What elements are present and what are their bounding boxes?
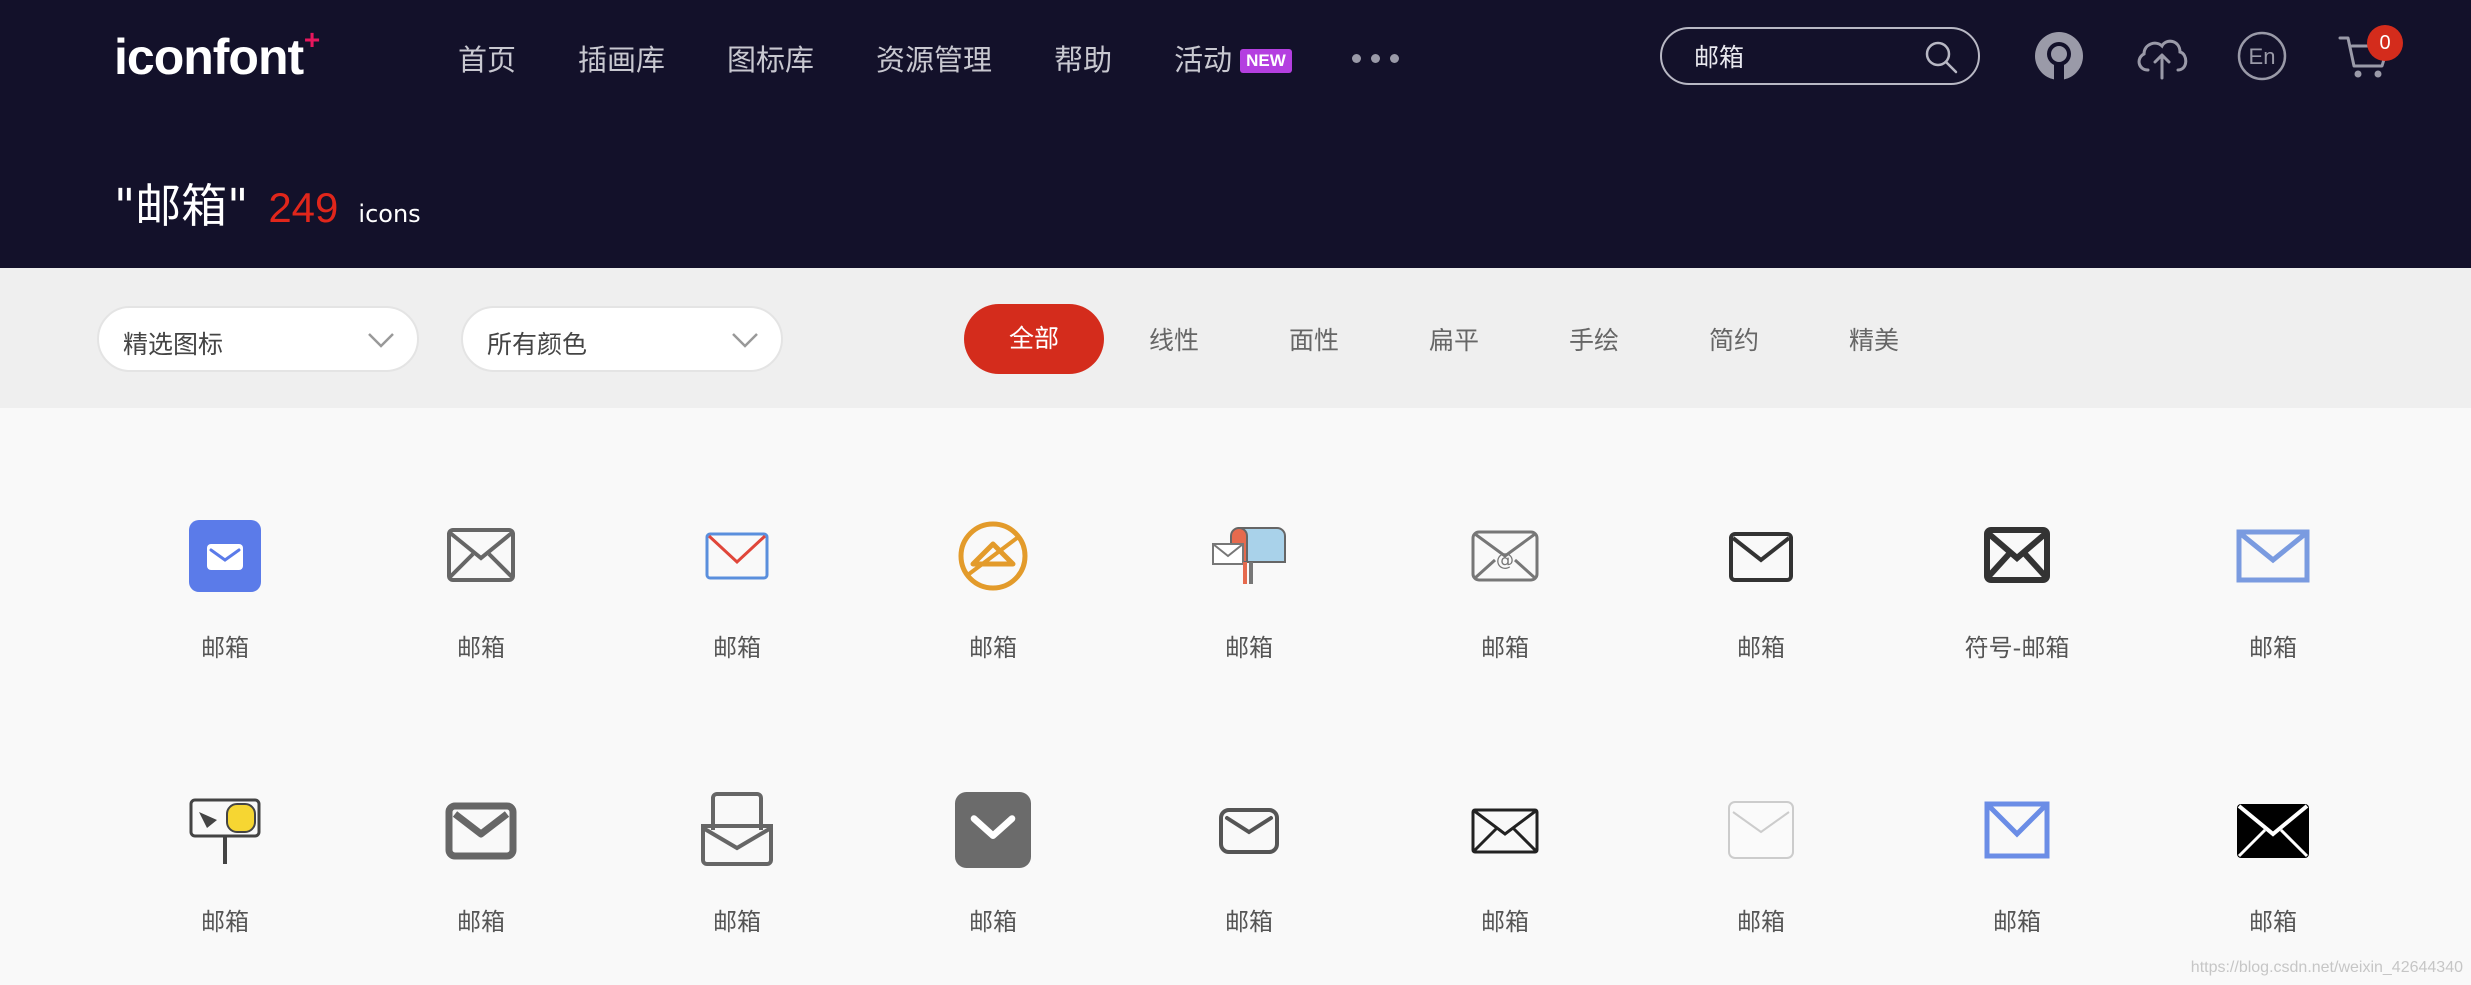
mail-tray-icon xyxy=(701,792,773,866)
search-icon[interactable] xyxy=(1924,40,1958,74)
logo-text: iconfont xyxy=(114,29,304,85)
mail-outline-dark-icon xyxy=(1729,532,1793,582)
chevron-down-icon xyxy=(732,333,758,348)
icon-label: 邮箱 xyxy=(713,634,761,662)
icon-type-select[interactable]: 精选图标 xyxy=(97,306,419,372)
icon-card[interactable]: 邮箱 xyxy=(609,790,865,985)
icon-label: 邮箱 xyxy=(2249,634,2297,662)
cart-count-badge: 0 xyxy=(2367,25,2403,61)
mail-grey-filled-icon xyxy=(955,792,1031,868)
mail-faint-icon xyxy=(1728,801,1794,859)
icon-card[interactable]: 邮箱 xyxy=(353,790,609,985)
nav-item-home[interactable]: 首页 xyxy=(458,37,516,79)
mail-at-icon: @ xyxy=(1471,530,1539,582)
icon-label: 邮箱 xyxy=(969,908,1017,936)
icon-card[interactable]: 邮箱 xyxy=(1121,790,1377,985)
mail-light-blue-icon xyxy=(2236,529,2310,583)
icon-label: 邮箱 xyxy=(201,634,249,662)
icon-card[interactable]: 邮箱 xyxy=(1121,516,1377,736)
icon-label: 邮箱 xyxy=(713,908,761,936)
result-unit: icons xyxy=(358,200,421,228)
mailbox-colored-icon xyxy=(1212,527,1286,584)
icon-label: 邮箱 xyxy=(1225,908,1273,936)
color-select[interactable]: 所有颜色 xyxy=(461,306,783,372)
tab-exquisite[interactable]: 精美 xyxy=(1804,321,1944,357)
icon-label: 邮箱 xyxy=(1737,908,1785,936)
icon-label: 邮箱 xyxy=(1481,908,1529,936)
mail-blue-square-icon xyxy=(189,520,261,592)
icon-card[interactable]: 邮箱 xyxy=(865,790,1121,985)
nav-activity-label: 活动 xyxy=(1174,43,1233,77)
icon-card[interactable]: 邮箱 xyxy=(1377,790,1633,985)
icon-card[interactable]: @ 邮箱 xyxy=(1377,516,1633,736)
search-input[interactable] xyxy=(1694,39,1914,73)
tab-handdrawn[interactable]: 手绘 xyxy=(1524,321,1664,357)
mail-small-outline-icon xyxy=(1219,808,1279,854)
mail-thin-dark-icon xyxy=(1471,808,1539,854)
tab-flat[interactable]: 扁平 xyxy=(1384,321,1524,357)
icon-card[interactable]: 邮箱 xyxy=(353,516,609,736)
result-count: 249 xyxy=(268,184,339,231)
top-header: iconfont+ 首页 插画库 图标库 资源管理 帮助 活动 NEW En xyxy=(0,0,2471,268)
language-label: En xyxy=(2249,44,2276,69)
chevron-down-icon xyxy=(368,333,394,348)
icon-label: 邮箱 xyxy=(2249,908,2297,936)
icon-card[interactable]: 符号-邮箱 xyxy=(1889,516,2145,736)
icon-card[interactable]: 邮箱 xyxy=(2145,790,2401,985)
icon-label: 邮箱 xyxy=(457,634,505,662)
icon-card[interactable]: 邮箱 xyxy=(1633,516,1889,736)
icon-label: 邮箱 xyxy=(1225,634,1273,662)
filter-bar: 精选图标 所有颜色 全部 线性 面性 扁平 手绘 简约 精美 xyxy=(0,268,2471,408)
tab-filled[interactable]: 面性 xyxy=(1244,321,1384,357)
search-result-title: "邮箱" 249 icons xyxy=(114,170,421,236)
icon-card[interactable]: 邮箱 xyxy=(2145,516,2401,736)
nav-item-illustrations[interactable]: 插画库 xyxy=(578,37,665,79)
icon-label: 邮箱 xyxy=(201,908,249,936)
github-icon[interactable] xyxy=(2033,30,2085,82)
icon-card[interactable]: 邮箱 xyxy=(97,790,353,985)
icon-type-select-value: 精选图标 xyxy=(123,330,224,359)
main-nav: 首页 插画库 图标库 资源管理 帮助 活动 NEW xyxy=(458,30,1399,86)
mail-thick-grey-icon xyxy=(445,802,517,860)
style-tabs: 全部 线性 面性 扁平 手绘 简约 精美 xyxy=(964,304,1944,374)
icon-label: 符号-邮箱 xyxy=(1964,634,2070,662)
mail-black-filled-icon xyxy=(2237,804,2309,858)
logo-plus: + xyxy=(303,24,320,55)
tab-linear[interactable]: 线性 xyxy=(1104,321,1244,357)
more-dots-icon[interactable] xyxy=(1351,53,1399,63)
nav-item-resources[interactable]: 资源管理 xyxy=(876,37,992,79)
icon-card[interactable]: 邮箱 xyxy=(1633,790,1889,985)
icon-label: 邮箱 xyxy=(1481,634,1529,662)
icon-label: 邮箱 xyxy=(1993,908,2041,936)
mail-blue-outline-icon xyxy=(1984,801,2050,859)
icon-label: 邮箱 xyxy=(457,908,505,936)
nav-item-activity[interactable]: 活动 NEW xyxy=(1174,37,1292,79)
color-select-value: 所有颜色 xyxy=(487,330,588,359)
tab-all[interactable]: 全部 xyxy=(964,304,1104,374)
mail-bold-dark-icon xyxy=(1984,527,2050,583)
watermark: https://blog.csdn.net/weixin_42644340 xyxy=(2190,959,2463,976)
search-box xyxy=(1660,27,1980,85)
iconfont-logo[interactable]: iconfont + xyxy=(114,24,320,86)
language-en-icon[interactable]: En xyxy=(2236,30,2288,82)
tab-simple[interactable]: 简约 xyxy=(1664,321,1804,357)
mail-blue-red-icon xyxy=(705,532,769,580)
mailbox-yellow-post-icon xyxy=(189,798,261,864)
icon-label: 邮箱 xyxy=(969,634,1017,662)
nav-item-icon-library[interactable]: 图标库 xyxy=(727,37,814,79)
icon-label: 邮箱 xyxy=(1737,634,1785,662)
result-query: "邮箱" xyxy=(114,179,249,233)
new-badge: NEW xyxy=(1240,49,1292,73)
mail-outline-grey-icon xyxy=(447,528,515,582)
mail-orange-circle-icon xyxy=(958,521,1028,591)
icon-card[interactable]: 邮箱 xyxy=(97,516,353,736)
upload-cloud-icon[interactable] xyxy=(2134,30,2190,82)
icon-card[interactable]: 邮箱 xyxy=(609,516,865,736)
icon-card[interactable]: 邮箱 xyxy=(865,516,1121,736)
icon-card[interactable]: 邮箱 xyxy=(1889,790,2145,985)
svg-text:@: @ xyxy=(1496,550,1514,571)
icon-grid: 邮箱 邮箱 邮箱 邮箱 邮箱 @ 邮箱 邮箱 符号-邮箱 邮箱 邮箱 邮箱 邮箱… xyxy=(0,408,2471,985)
nav-item-help[interactable]: 帮助 xyxy=(1054,37,1112,79)
